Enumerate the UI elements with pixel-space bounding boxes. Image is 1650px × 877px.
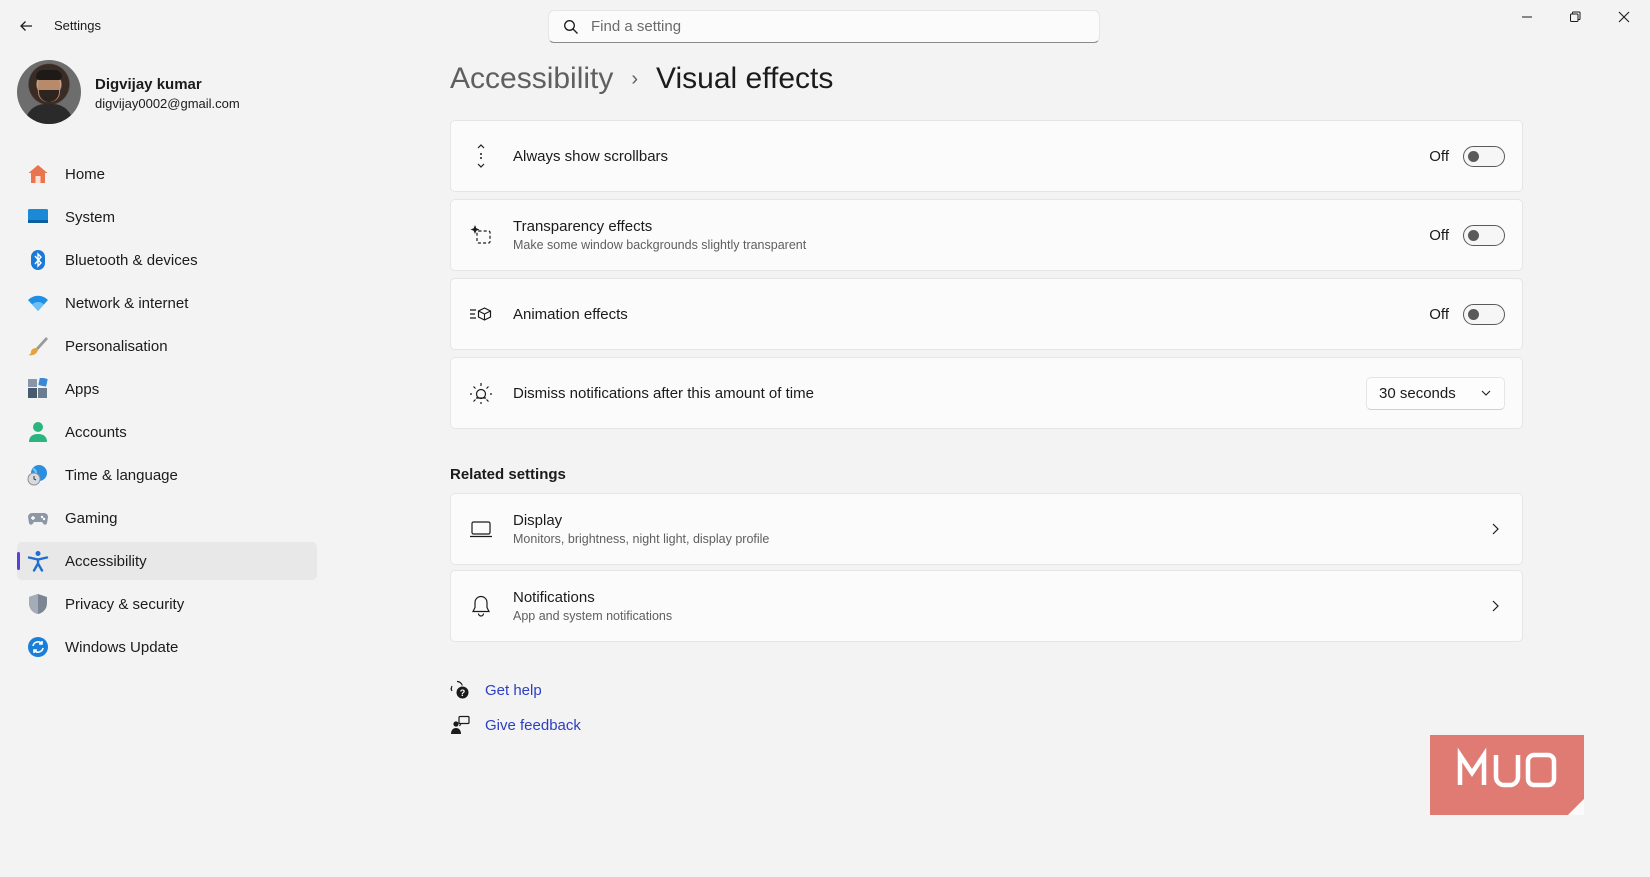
give-feedback-link[interactable]: Give feedback (450, 715, 581, 735)
chevron-down-icon (1481, 390, 1491, 396)
setting-title: Animation effects (513, 305, 628, 323)
sidebar-item-label: Network & internet (65, 294, 189, 312)
setting-always-show-scrollbars: Always show scrollbars Off (450, 120, 1523, 192)
dropdown-value: 30 seconds (1379, 384, 1456, 402)
sidebar-item-personalisation[interactable]: Personalisation (17, 327, 317, 365)
setting-description: Make some window backgrounds slightly tr… (513, 238, 807, 252)
sidebar-item-label: Accessibility (65, 552, 147, 570)
sidebar-nav: Home System Bluetooth & devices Network … (17, 155, 317, 671)
sidebar-item-accessibility[interactable]: Accessibility (17, 542, 317, 580)
breadcrumb: Accessibility › Visual effects (450, 62, 833, 96)
transparency-toggle[interactable] (1463, 224, 1505, 246)
setting-dismiss-notifications: Dismiss notifications after this amount … (450, 357, 1523, 429)
bell-icon (469, 594, 493, 618)
globe-clock-icon (27, 464, 49, 486)
brush-icon (27, 335, 49, 357)
setting-animation-effects: Animation effects Off (450, 278, 1523, 350)
minimize-icon (1522, 16, 1532, 18)
home-icon (27, 163, 49, 185)
transparency-icon (469, 223, 493, 247)
restore-icon (1570, 11, 1581, 22)
sidebar-item-privacy-security[interactable]: Privacy & security (17, 585, 317, 623)
apps-icon (27, 378, 49, 400)
sidebar-item-label: Windows Update (65, 638, 179, 656)
animation-toggle[interactable] (1463, 303, 1505, 325)
close-button[interactable] (1601, 6, 1647, 28)
animation-icon (469, 302, 493, 326)
give-feedback-label: Give feedback (485, 716, 581, 734)
toggle-state: Off (1429, 147, 1449, 165)
sidebar-item-label: Apps (65, 380, 100, 398)
profile-email: digvijay0002@gmail.com (95, 96, 240, 111)
breadcrumb-separator: › (631, 67, 639, 90)
sidebar-item-bluetooth[interactable]: Bluetooth & devices (17, 241, 317, 279)
related-title: Display (513, 512, 563, 529)
sidebar-item-label: Bluetooth & devices (65, 251, 198, 269)
back-arrow-icon (20, 21, 32, 31)
back-button[interactable] (14, 14, 38, 38)
page-title: Visual effects (656, 62, 834, 95)
update-icon (27, 636, 49, 658)
restore-button[interactable] (1552, 6, 1598, 28)
accessibility-icon (27, 550, 49, 572)
sidebar-item-system[interactable]: System (17, 198, 317, 236)
scrollbar-icon (469, 144, 493, 168)
muo-watermark-logo (1426, 731, 1588, 815)
related-description: App and system notifications (513, 609, 673, 623)
minimize-button[interactable] (1504, 6, 1550, 28)
breadcrumb-parent[interactable]: Accessibility (450, 62, 613, 96)
related-settings-heading: Related settings (450, 466, 566, 483)
bluetooth-icon (27, 249, 49, 271)
toggle-state: Off (1429, 226, 1449, 244)
app-title: Settings (54, 18, 101, 33)
close-icon (1618, 11, 1630, 23)
sidebar-item-label: System (65, 208, 116, 226)
sidebar-item-accounts[interactable]: Accounts (17, 413, 317, 451)
gamepad-icon (27, 507, 49, 529)
wifi-icon (27, 292, 49, 314)
avatar[interactable] (17, 60, 81, 124)
feedback-icon (450, 715, 470, 735)
sidebar-item-network[interactable]: Network & internet (17, 284, 317, 322)
related-description: Monitors, brightness, night light, displ… (513, 532, 770, 546)
profile-name: Digvijay kumar (95, 76, 202, 93)
related-title: Notifications (513, 589, 595, 606)
notification-timeout-dropdown[interactable]: 30 seconds (1366, 376, 1505, 410)
system-icon (27, 206, 49, 228)
setting-title: Always show scrollbars (513, 147, 669, 165)
sidebar-item-windows-update[interactable]: Windows Update (17, 628, 317, 666)
setting-title: Transparency effects (513, 218, 653, 235)
sidebar-item-time-language[interactable]: Time & language (17, 456, 317, 494)
title-bar: Settings (0, 0, 1650, 52)
brightness-icon (469, 381, 493, 405)
toggle-state: Off (1429, 305, 1449, 323)
laptop-icon (469, 517, 493, 541)
setting-title: Dismiss notifications after this amount … (513, 384, 814, 402)
sidebar-item-apps[interactable]: Apps (17, 370, 317, 408)
get-help-link[interactable]: ? Get help (450, 680, 542, 700)
help-chat-icon: ? (450, 680, 470, 700)
get-help-label: Get help (485, 681, 542, 699)
sidebar-item-label: Time & language (65, 466, 178, 484)
sidebar-item-label: Accounts (65, 423, 127, 441)
related-display[interactable]: Display Monitors, brightness, night ligh… (450, 493, 1523, 565)
sidebar-item-home[interactable]: Home (17, 155, 317, 193)
search-input[interactable] (591, 18, 1071, 35)
svg-text:?: ? (460, 688, 466, 698)
chevron-right-icon (1492, 523, 1499, 535)
related-notifications[interactable]: Notifications App and system notificatio… (450, 570, 1523, 642)
sidebar-item-label: Personalisation (65, 337, 168, 355)
shield-icon (27, 593, 49, 615)
sidebar-item-gaming[interactable]: Gaming (17, 499, 317, 537)
search-box[interactable] (548, 10, 1100, 43)
setting-transparency-effects: Transparency effects Make some window ba… (450, 199, 1523, 271)
sidebar-item-label: Home (65, 165, 106, 183)
chevron-right-icon (1492, 600, 1499, 612)
search-icon (563, 19, 579, 35)
sidebar-item-label: Privacy & security (65, 595, 185, 613)
scrollbars-toggle[interactable] (1463, 145, 1505, 167)
person-icon (27, 421, 49, 443)
sidebar-item-label: Gaming (65, 509, 118, 527)
